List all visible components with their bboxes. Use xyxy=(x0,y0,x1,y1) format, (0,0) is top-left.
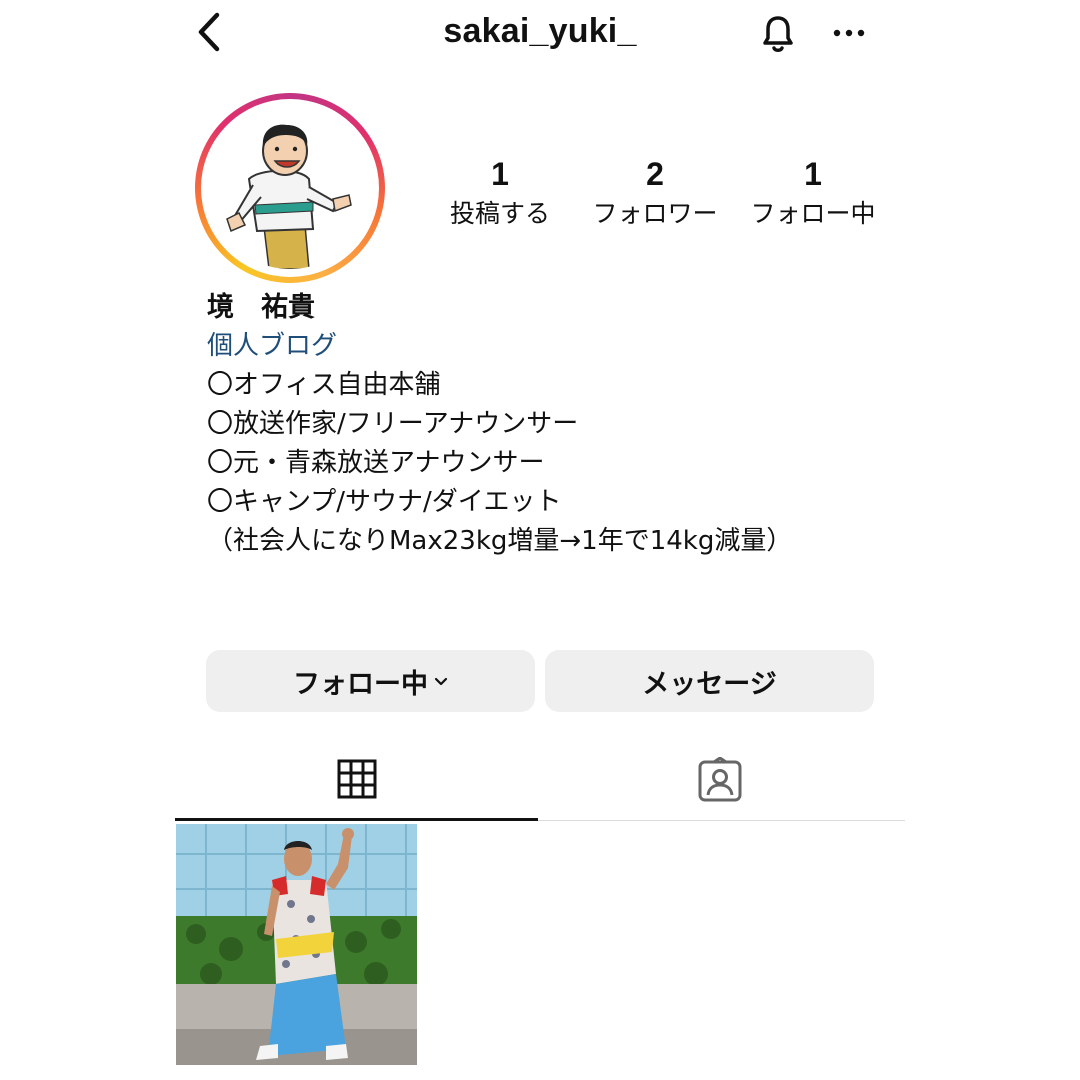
profile-display-name: 境 祐貴 xyxy=(207,292,315,323)
bell-icon[interactable] xyxy=(755,10,801,56)
posts-label: 投稿する xyxy=(449,199,550,228)
bio-line: 〇オフィス自由本舗 xyxy=(207,370,441,400)
avatar-illustration xyxy=(226,124,352,269)
message-button-label: メッセージ xyxy=(642,668,777,700)
bio-line: （社会人になりMax23kg増量→1年で14kg減量） xyxy=(207,526,793,556)
tab-tagged[interactable] xyxy=(538,755,901,821)
chevron-down-icon xyxy=(434,671,448,692)
bio-line: 〇放送作家/フリーアナウンサー xyxy=(207,409,579,439)
followers-count: 2 xyxy=(646,156,664,192)
tagged-person-icon xyxy=(697,755,743,820)
avatar xyxy=(209,107,371,269)
profile-bio: 境 祐貴 個人ブログ 〇オフィス自由本舗 〇放送作家/フリーアナウンサー 〇元・… xyxy=(207,288,847,561)
more-horizontal-icon[interactable] xyxy=(829,18,869,48)
tab-posts-grid[interactable] xyxy=(175,755,538,821)
profile-screen: sakai_yuki_ 1 投稿する 2 フォロワー 1 フォロー中 境 祐貴 … xyxy=(175,0,905,1080)
stat-posts[interactable]: 1 投稿する xyxy=(443,154,557,234)
avatar-story-ring[interactable] xyxy=(195,93,385,283)
following-count: 1 xyxy=(804,156,822,192)
post-thumbnail[interactable] xyxy=(176,824,417,1065)
posts-count: 1 xyxy=(491,156,509,192)
following-button[interactable]: フォロー中 xyxy=(206,650,535,712)
followers-label: フォロワー xyxy=(592,199,718,228)
following-button-label: フォロー中 xyxy=(293,668,428,700)
bio-link[interactable]: 個人ブログ xyxy=(207,327,847,366)
bio-line: 〇キャンプ/サウナ/ダイエット xyxy=(207,487,562,517)
bio-line: 〇元・青森放送アナウンサー xyxy=(207,448,545,478)
grid-icon xyxy=(337,755,377,818)
stat-following[interactable]: 1 フォロー中 xyxy=(743,154,883,234)
stat-followers[interactable]: 2 フォロワー xyxy=(585,154,725,234)
post-photo xyxy=(176,824,417,1065)
avatar-gap xyxy=(201,99,379,277)
message-button[interactable]: メッセージ xyxy=(545,650,874,712)
following-label: フォロー中 xyxy=(750,199,876,228)
